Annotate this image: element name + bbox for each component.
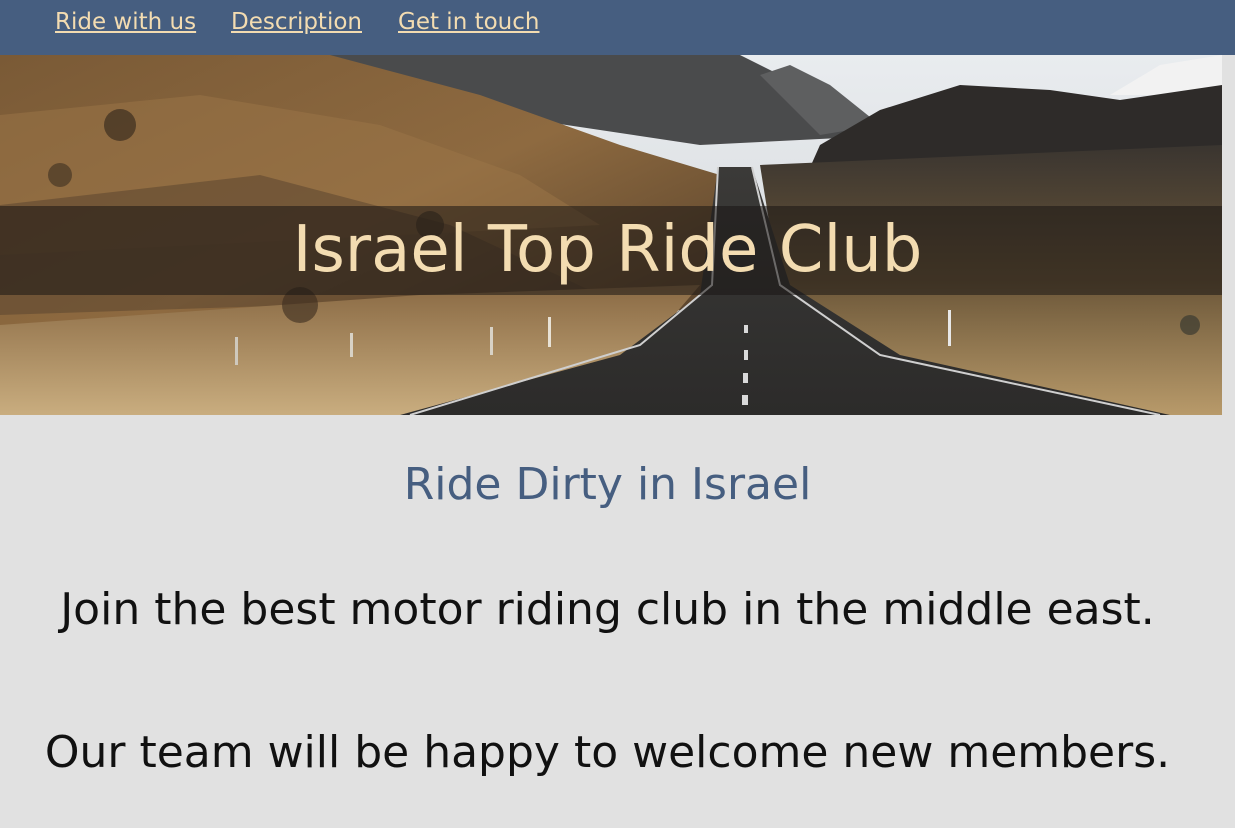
- intro-paragraph-1: Join the best motor riding club in the m…: [60, 584, 1155, 635]
- section-subtitle: Ride Dirty in Israel: [403, 459, 812, 510]
- nav-link-description[interactable]: Description: [231, 8, 362, 36]
- nav-link-ride-with-us[interactable]: Ride with us: [55, 8, 196, 36]
- hero-title: Israel Top Ride Club: [292, 213, 923, 287]
- intro-paragraph-2: Our team will be happy to welcome new me…: [44, 727, 1171, 778]
- top-navbar: Ride with us Description Get in touch: [0, 0, 1235, 55]
- hero-banner: Israel Top Ride Club: [0, 55, 1222, 415]
- nav-link-get-in-touch[interactable]: Get in touch: [398, 8, 539, 36]
